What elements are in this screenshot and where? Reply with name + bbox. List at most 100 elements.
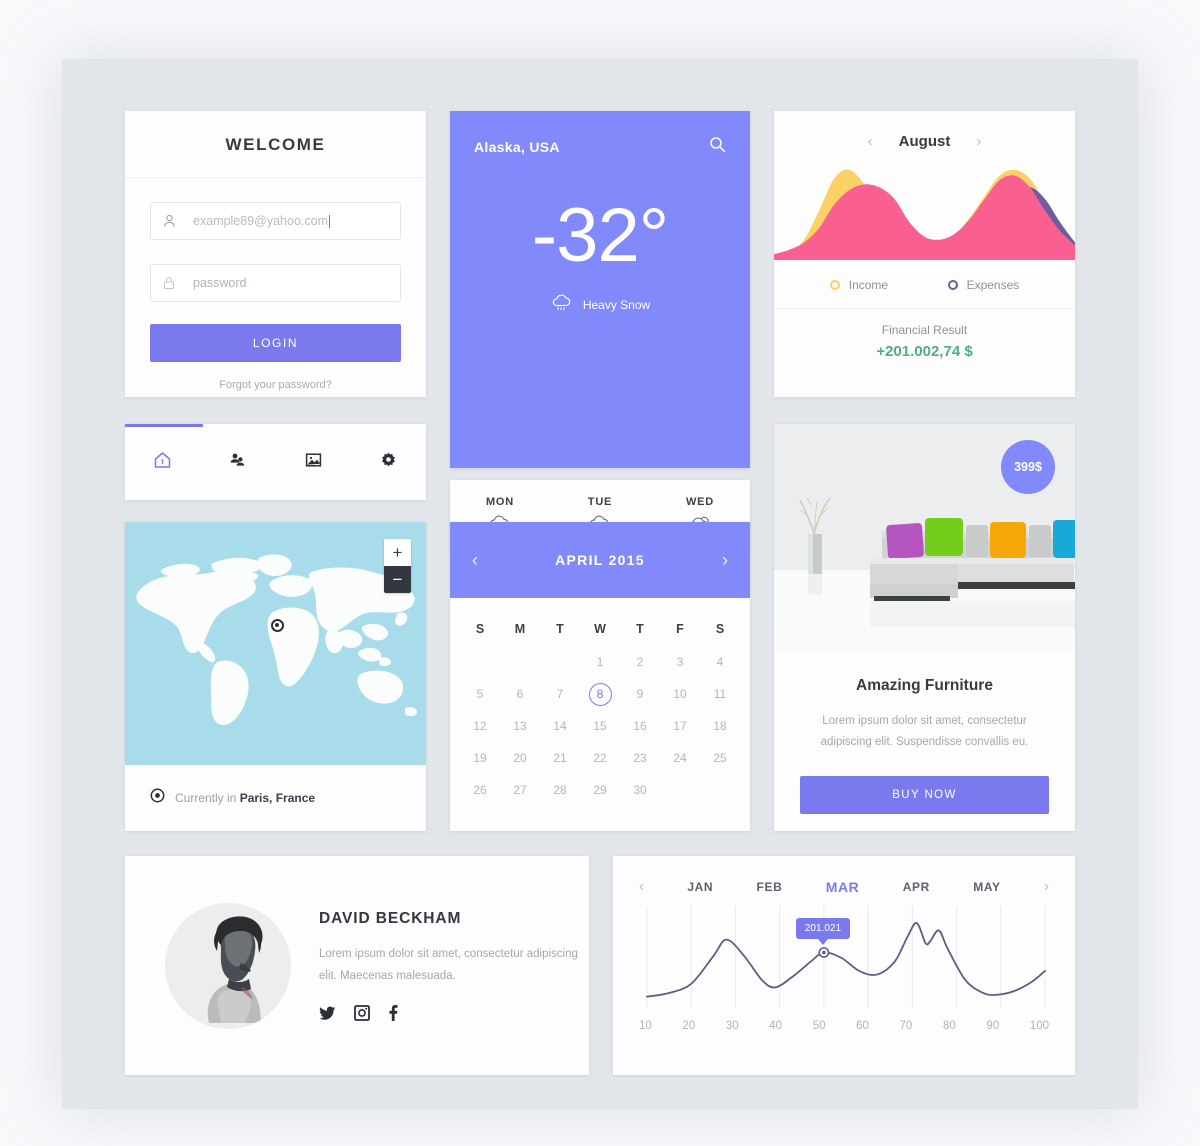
password-field[interactable]: password bbox=[150, 264, 401, 302]
login-card: WELCOME example89@yahoo.com password LOG… bbox=[125, 111, 426, 397]
month-may[interactable]: MAY bbox=[973, 880, 1000, 894]
calendar-day[interactable]: 24 bbox=[660, 742, 700, 774]
calendar-day[interactable]: 2 bbox=[620, 646, 660, 678]
lock-icon bbox=[163, 276, 181, 290]
calendar-day-selected[interactable]: 8 bbox=[580, 678, 620, 710]
calendar-day[interactable]: 19 bbox=[460, 742, 500, 774]
calendar-day[interactable]: 21 bbox=[540, 742, 580, 774]
calendar-day[interactable]: 14 bbox=[540, 710, 580, 742]
monthly-line-chart: 201.021 bbox=[613, 900, 1075, 1018]
month-feb[interactable]: FEB bbox=[757, 880, 783, 894]
calendar-day[interactable]: 5 bbox=[460, 678, 500, 710]
price-badge: 399$ bbox=[1001, 440, 1055, 494]
weather-temp-value: -32 bbox=[531, 193, 640, 278]
chart-data-point[interactable] bbox=[822, 950, 826, 955]
calendar-day[interactable]: 17 bbox=[660, 710, 700, 742]
calendar-day[interactable]: 12 bbox=[460, 710, 500, 742]
product-image: 399$ bbox=[774, 424, 1075, 651]
twitter-icon[interactable] bbox=[319, 1006, 336, 1021]
x-tick-label: 30 bbox=[725, 1020, 739, 1032]
profile-description: Lorem ipsum dolor sit amet, consectetur … bbox=[319, 947, 578, 982]
product-description: Lorem ipsum dolor sit amet, consectetur … bbox=[820, 715, 1029, 749]
calendar-day[interactable]: 15 bbox=[580, 710, 620, 742]
map-zoom-out-button[interactable]: − bbox=[384, 566, 411, 593]
weather-temperature: -32° bbox=[450, 192, 750, 279]
tab-home[interactable] bbox=[125, 451, 200, 474]
calendar-day[interactable]: 27 bbox=[500, 774, 540, 806]
finance-legend: Income Expenses bbox=[774, 268, 1075, 309]
profile-info: DAVID BECKHAM Lorem ipsum dolor sit amet… bbox=[319, 910, 589, 1022]
calendar-day[interactable]: 22 bbox=[580, 742, 620, 774]
calendar-day[interactable]: 13 bbox=[500, 710, 540, 742]
calendar-day[interactable]: 29 bbox=[580, 774, 620, 806]
weather-card: Alaska, USA -32° Heavy Snow bbox=[450, 111, 750, 468]
calendar-grid: S M T W T F S 1 2 3 4 5 6 7 8 9 10 11 12 13 14 15 16 17 18 19 20 21… bbox=[450, 598, 750, 806]
calendar-day[interactable]: 18 bbox=[700, 710, 740, 742]
calendar-day[interactable]: 11 bbox=[700, 678, 740, 710]
chart-tooltip: 201.021 bbox=[795, 918, 851, 946]
forecast-day-label: WED bbox=[685, 495, 715, 508]
tab-settings[interactable] bbox=[351, 451, 426, 474]
forecast-day-label: TUE bbox=[587, 495, 613, 508]
calendar-day[interactable]: 16 bbox=[620, 710, 660, 742]
calendar-dow-1: M bbox=[514, 622, 526, 636]
legend-item-income[interactable]: Income bbox=[829, 278, 888, 292]
chevron-left-icon[interactable]: ‹ bbox=[868, 133, 873, 150]
calendar-blank bbox=[460, 646, 500, 678]
calendar-day[interactable]: 4 bbox=[700, 646, 740, 678]
legend-item-expenses[interactable]: Expenses bbox=[947, 278, 1019, 292]
forgot-password-link[interactable]: Forgot your password? bbox=[125, 379, 426, 391]
x-tick-label: 80 bbox=[942, 1020, 956, 1032]
buy-now-button[interactable]: BUY NOW bbox=[800, 775, 1049, 814]
tab-contacts[interactable] bbox=[200, 451, 275, 474]
finance-area-chart bbox=[774, 158, 1075, 268]
map-location-marker[interactable] bbox=[271, 619, 284, 632]
chevron-right-icon[interactable]: › bbox=[1044, 878, 1049, 895]
calendar-day[interactable]: 1 bbox=[580, 646, 620, 678]
chevron-right-icon[interactable]: › bbox=[722, 550, 728, 571]
month-mar[interactable]: MAR bbox=[826, 879, 860, 895]
calendar-day[interactable]: 23 bbox=[620, 742, 660, 774]
map-zoom-in-button[interactable]: + bbox=[384, 539, 411, 566]
calendar-dow-6: S bbox=[715, 622, 725, 636]
map-zoom-controls: + − bbox=[384, 539, 411, 593]
calendar-blank bbox=[500, 646, 540, 678]
month-jan[interactable]: JAN bbox=[687, 880, 713, 894]
calendar-day[interactable]: 7 bbox=[540, 678, 580, 710]
map-card: + − Currently in Paris, France bbox=[125, 522, 426, 831]
calendar-day[interactable]: 10 bbox=[660, 678, 700, 710]
calendar-day[interactable]: 20 bbox=[500, 742, 540, 774]
map-status-prefix: Currently in bbox=[175, 791, 240, 805]
calendar-day[interactable]: 30 bbox=[620, 774, 660, 806]
calendar-day[interactable]: 6 bbox=[500, 678, 540, 710]
chevron-left-icon[interactable]: ‹ bbox=[472, 550, 478, 571]
expenses-legend-dot bbox=[947, 280, 958, 290]
gear-icon bbox=[379, 451, 398, 474]
month-selector: ‹ JAN FEB MAR APR MAY › bbox=[613, 856, 1075, 895]
chevron-right-icon[interactable]: › bbox=[976, 133, 981, 150]
x-tick-label: 40 bbox=[769, 1020, 783, 1032]
calendar-day[interactable]: 28 bbox=[540, 774, 580, 806]
avatar bbox=[165, 902, 291, 1029]
chevron-left-icon[interactable]: ‹ bbox=[639, 878, 644, 895]
calendar-dow-2: T bbox=[556, 622, 564, 636]
calendar-dow-0: S bbox=[475, 622, 485, 636]
calendar-day[interactable]: 25 bbox=[700, 742, 740, 774]
login-button[interactable]: LOGIN bbox=[150, 324, 401, 362]
calendar-day[interactable]: 9 bbox=[620, 678, 660, 710]
forecast-day-label: MON bbox=[485, 495, 515, 508]
x-axis-ticks: 10 20 30 40 50 60 70 80 90 100 bbox=[613, 1020, 1075, 1032]
facebook-icon[interactable] bbox=[388, 1005, 398, 1022]
tab-gallery[interactable] bbox=[276, 451, 351, 474]
calendar-day[interactable]: 26 bbox=[460, 774, 500, 806]
page-title: WELCOME bbox=[125, 111, 426, 178]
month-apr[interactable]: APR bbox=[903, 880, 930, 894]
product-title: Amazing Furniture bbox=[856, 677, 993, 694]
email-field[interactable]: example89@yahoo.com bbox=[150, 202, 401, 240]
profile-name: DAVID BECKHAM bbox=[319, 909, 462, 927]
calendar-day[interactable]: 3 bbox=[660, 646, 700, 678]
calendar-dow-5: F bbox=[676, 622, 684, 636]
search-icon[interactable] bbox=[709, 136, 726, 158]
instagram-icon[interactable] bbox=[354, 1005, 370, 1022]
world-map[interactable]: + − bbox=[125, 522, 426, 765]
